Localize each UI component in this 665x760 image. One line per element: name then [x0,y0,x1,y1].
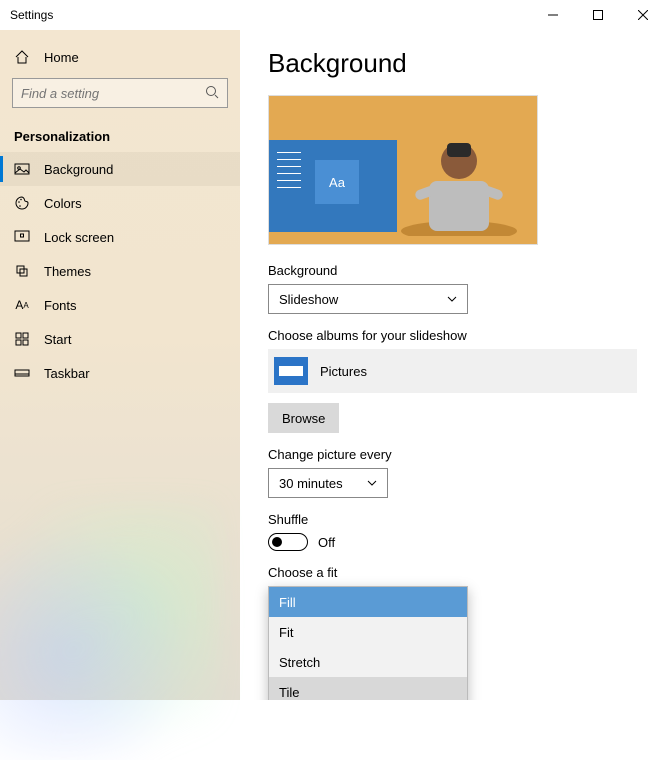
background-select-value: Slideshow [279,292,338,307]
minimize-button[interactable] [530,0,575,30]
window-controls [530,0,665,30]
nav-start[interactable]: Start [0,322,240,356]
main-content: Background Aa Background Slideshow Choos… [240,30,665,700]
browse-button[interactable]: Browse [268,403,339,433]
titlebar: Settings [0,0,665,30]
background-label: Background [268,263,637,278]
window-title: Settings [10,8,53,22]
folder-icon [274,357,308,385]
chevron-down-icon [367,478,377,488]
chevron-down-icon [447,294,457,304]
nav-label: Start [44,332,71,347]
nav-label: Taskbar [44,366,90,381]
fit-option-fit[interactable]: Fit [269,617,467,647]
home-label: Home [44,50,79,65]
fit-label: Choose a fit [268,565,637,580]
search-input[interactable] [21,86,205,101]
search-box[interactable] [12,78,228,108]
album-row[interactable]: Pictures [268,349,637,393]
background-select[interactable]: Slideshow [268,284,468,314]
taskbar-icon [14,365,30,381]
nav-colors[interactable]: Colors [0,186,240,220]
nav-label: Fonts [44,298,77,313]
nav-lock-screen[interactable]: Lock screen [0,220,240,254]
close-button[interactable] [620,0,665,30]
nav-label: Background [44,162,113,177]
preview-person-illustration [399,126,519,236]
preview-window-overlay: Aa [269,140,397,232]
nav-fonts[interactable]: AA Fonts [0,288,240,322]
page-title: Background [268,48,637,79]
fit-dropdown-open[interactable]: Fill Fit Stretch Tile Center Span [268,586,468,700]
album-name: Pictures [320,364,367,379]
lock-screen-icon [14,229,30,245]
nav-label: Lock screen [44,230,114,245]
nav-taskbar[interactable]: Taskbar [0,356,240,390]
maximize-button[interactable] [575,0,620,30]
nav-label: Themes [44,264,91,279]
preview-accent: Aa [315,160,359,204]
fit-option-tile[interactable]: Tile [269,677,467,700]
fonts-icon: AA [14,297,30,313]
category-header: Personalization [0,118,240,152]
fit-option-stretch[interactable]: Stretch [269,647,467,677]
home-icon [14,49,30,65]
nav-background[interactable]: Background [0,152,240,186]
search-icon [205,85,219,102]
themes-icon [14,263,30,279]
start-icon [14,331,30,347]
palette-icon [14,195,30,211]
home-nav[interactable]: Home [0,40,240,74]
change-every-value: 30 minutes [279,476,343,491]
sidebar: Home Personalization Background Colors L… [0,30,240,700]
picture-icon [14,161,30,177]
nav-themes[interactable]: Themes [0,254,240,288]
albums-label: Choose albums for your slideshow [268,328,637,343]
change-every-select[interactable]: 30 minutes [268,468,388,498]
fit-option-fill[interactable]: Fill [269,587,467,617]
shuffle-toggle[interactable] [268,533,308,551]
change-every-label: Change picture every [268,447,637,462]
shuffle-state: Off [318,535,335,550]
shuffle-label: Shuffle [268,512,637,527]
nav-label: Colors [44,196,82,211]
background-preview: Aa [268,95,538,245]
